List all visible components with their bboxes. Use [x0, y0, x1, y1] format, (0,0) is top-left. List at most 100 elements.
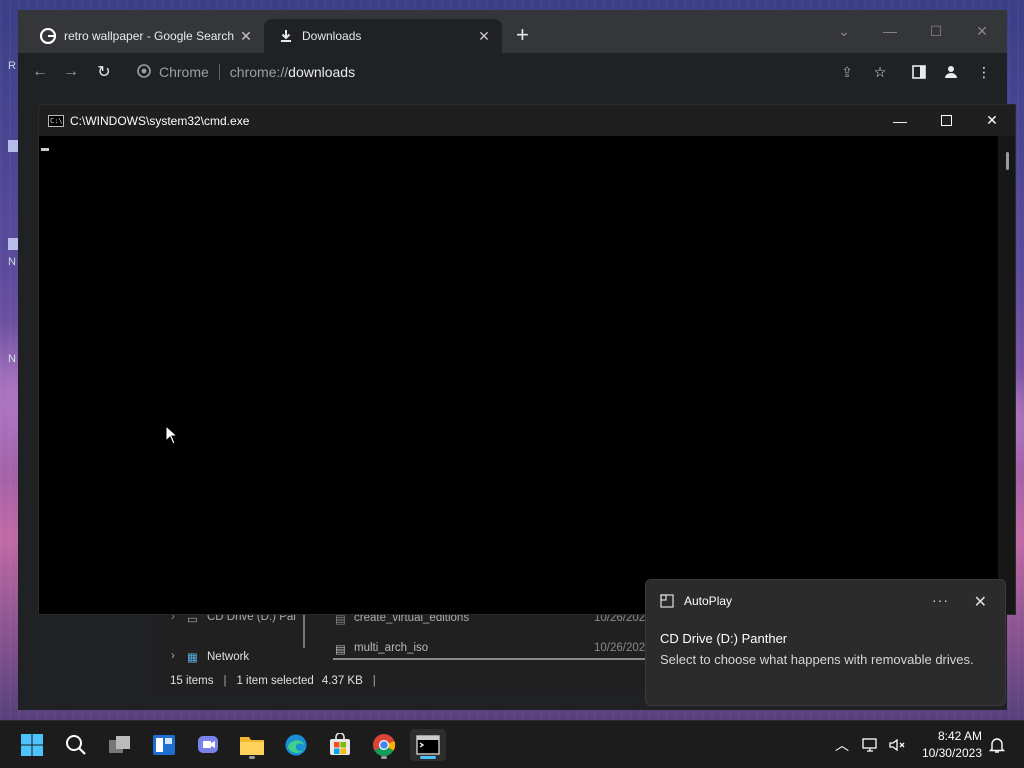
autoplay-notification[interactable]: AutoPlay ··· ✕ CD Drive (D:) Panther Sel…: [645, 579, 1006, 706]
volume-button[interactable]: [888, 721, 906, 768]
file-explorer-icon: [240, 737, 264, 755]
tab-google-search[interactable]: retro wallpaper - Google Search ✕: [26, 19, 264, 53]
google-icon: [40, 28, 56, 44]
start-icon: [21, 734, 43, 756]
divider: |: [223, 675, 227, 687]
edge-button[interactable]: [278, 729, 314, 761]
bookmark-star-icon[interactable]: ☆: [869, 61, 891, 83]
chrome-button[interactable]: [366, 729, 402, 761]
edge-icon: [285, 734, 307, 756]
tab-downloads[interactable]: Downloads ✕: [264, 19, 502, 53]
tab-title: retro wallpaper - Google Search: [64, 29, 235, 43]
close-tab-icon[interactable]: ✕: [238, 28, 254, 45]
text-cursor: [41, 148, 49, 151]
terminal-button[interactable]: [410, 729, 446, 761]
file-icon: ▤: [335, 644, 346, 656]
task-view-button[interactable]: [102, 729, 138, 761]
tab-strip: retro wallpaper - Google Search ✕ Downlo…: [18, 10, 1007, 53]
mouse-pointer-icon: [165, 425, 179, 445]
desktop-icon[interactable]: [8, 140, 18, 152]
cmd-title-bar[interactable]: C:\ C:\WINDOWS\system32\cmd.exe — ✕: [39, 105, 1015, 136]
browser-toolbar: ← → ↻ Chrome chrome:// downloads ⇪ ☆ ⋮: [18, 53, 1007, 91]
nav-item-network[interactable]: Network: [207, 651, 249, 663]
close-button[interactable]: ✕: [969, 105, 1015, 136]
file-explorer-button[interactable]: [234, 729, 270, 761]
cmd-icon: C:\: [48, 114, 64, 127]
divider: [218, 64, 220, 80]
notification-center-button[interactable]: [988, 721, 1006, 768]
search-icon: [66, 735, 86, 755]
address-bar[interactable]: Chrome chrome:// downloads: [127, 57, 858, 87]
network-icon: [862, 738, 877, 752]
running-indicator: [381, 756, 387, 759]
file-date: 10/26/202: [594, 642, 646, 654]
terminal-icon: [416, 735, 440, 755]
scrollbar-thumb[interactable]: [1006, 152, 1009, 170]
network-status-button[interactable]: [862, 721, 880, 768]
forward-icon[interactable]: →: [59, 60, 83, 84]
running-indicator: [420, 756, 436, 759]
close-button[interactable]: ✕: [959, 16, 1005, 46]
file-name[interactable]: multi_arch_iso: [354, 642, 428, 654]
minimize-button[interactable]: —: [867, 16, 913, 46]
console-area[interactable]: [39, 136, 998, 614]
maximize-button[interactable]: ☐: [913, 16, 959, 46]
close-tab-icon[interactable]: ✕: [476, 28, 492, 45]
chrome-icon: [137, 63, 151, 81]
toast-body: Select to choose what happens with remov…: [660, 652, 974, 667]
store-icon: [330, 733, 350, 755]
taskbar: ︿ 8:42 AM 10/30/2023: [0, 720, 1024, 768]
url-path: downloads: [288, 64, 356, 80]
tab-title: Downloads: [302, 29, 362, 43]
window-title: C:\WINDOWS\system32\cmd.exe: [70, 113, 250, 128]
maximize-button[interactable]: [923, 105, 969, 136]
volume-muted-icon: [889, 738, 905, 752]
url-scheme: chrome://: [229, 64, 289, 80]
status-bar: 15 items | 1 item selected 4.37 KB |: [155, 670, 645, 692]
desktop-icon[interactable]: [8, 238, 18, 250]
toast-app-name: AutoPlay: [684, 594, 733, 608]
item-count: 15 items: [170, 675, 214, 687]
new-tab-button[interactable]: +: [516, 24, 529, 46]
vertical-scrollbar[interactable]: [998, 136, 1015, 614]
teams-chat-icon: [198, 736, 218, 753]
widgets-button[interactable]: [146, 729, 182, 761]
teams-chat-button[interactable]: [190, 729, 226, 761]
reload-icon[interactable]: ↻: [92, 60, 116, 84]
store-button[interactable]: [322, 729, 358, 761]
widgets-icon: [153, 735, 175, 755]
profile-icon[interactable]: [940, 61, 962, 83]
selection-size: 4.37 KB: [321, 675, 363, 687]
back-icon[interactable]: ←: [28, 60, 52, 84]
desktop-icon-label[interactable]: R: [8, 60, 18, 72]
share-icon[interactable]: ⇪: [836, 61, 858, 83]
selection-info: 1 item selected: [236, 675, 314, 687]
divider: |: [372, 675, 376, 687]
minimize-button[interactable]: —: [877, 105, 923, 136]
network-icon: ▦: [187, 652, 198, 664]
download-icon: [278, 28, 294, 44]
menu-icon[interactable]: ⋮: [973, 61, 995, 83]
toast-title: CD Drive (D:) Panther: [660, 631, 788, 646]
horizontal-scrollbar[interactable]: [333, 658, 645, 660]
search-button[interactable]: [58, 729, 94, 761]
chevron-up-icon: ︿: [835, 737, 849, 753]
clock-time: 8:42 AM: [937, 729, 982, 743]
autoplay-icon: [660, 594, 674, 608]
toast-header: AutoPlay: [660, 594, 732, 608]
close-icon[interactable]: ✕: [974, 592, 987, 612]
desktop-icon-label: N: [8, 353, 16, 365]
site-label: Chrome: [159, 64, 209, 80]
more-options-button[interactable]: ···: [932, 592, 949, 608]
system-clock[interactable]: 8:42 AM 10/30/2023: [922, 728, 982, 762]
desktop-icon-label: N: [8, 256, 16, 268]
running-indicator: [249, 756, 255, 759]
chevron-right-icon[interactable]: ›: [171, 650, 175, 662]
cmd-window: C:\ C:\WINDOWS\system32\cmd.exe — ✕: [38, 104, 1016, 615]
notification-bell-icon: [988, 738, 1006, 753]
side-panel-icon[interactable]: [908, 61, 930, 83]
start-button[interactable]: [14, 729, 50, 761]
clock-date: 10/30/2023: [921, 746, 982, 760]
show-hidden-icons-button[interactable]: ︿: [835, 721, 849, 768]
tab-search-icon[interactable]: ⌄: [821, 16, 867, 46]
